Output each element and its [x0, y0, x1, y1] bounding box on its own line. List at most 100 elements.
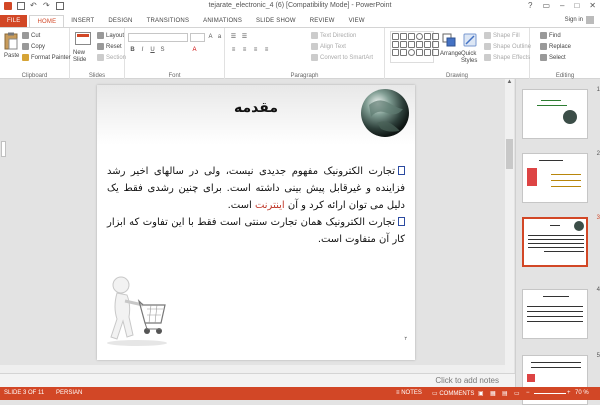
notes-toggle[interactable]: ≡ NOTES: [396, 390, 422, 396]
thumbnail-number: 5: [596, 353, 600, 359]
align-left-button[interactable]: ≡: [229, 46, 238, 54]
tab-review[interactable]: REVIEW: [303, 15, 342, 27]
notes-pane[interactable]: Click to add notes: [0, 373, 515, 387]
zoom-level[interactable]: 70 %: [575, 390, 589, 396]
shape-rect[interactable]: [432, 49, 439, 56]
font-color-button[interactable]: A: [190, 46, 199, 54]
select-button[interactable]: Select: [540, 54, 566, 61]
numbering-button[interactable]: ☰: [240, 33, 249, 41]
left-panel-handle[interactable]: [1, 141, 6, 157]
zoom-out-button[interactable]: −: [526, 390, 530, 396]
current-slide[interactable]: مقدمه تجارت الکترونیک مفهوم جدیدی نیست، …: [97, 85, 415, 360]
shape-effects-button[interactable]: Shape Effects: [484, 54, 530, 61]
shape-line[interactable]: [400, 33, 407, 40]
align-right-button[interactable]: ≡: [251, 46, 260, 54]
shape-rect[interactable]: [408, 33, 415, 40]
align-text-button[interactable]: Align Text: [311, 43, 346, 50]
tab-file[interactable]: FILE: [0, 15, 28, 27]
cut-button[interactable]: Cut: [22, 32, 40, 39]
shape-oval[interactable]: [408, 49, 415, 56]
shape-brace[interactable]: [424, 41, 431, 48]
text-direction-button[interactable]: Text Direction: [311, 32, 356, 39]
center-button[interactable]: ≡: [240, 46, 249, 54]
new-slide-icon[interactable]: [75, 32, 91, 46]
tab-design[interactable]: DESIGN: [101, 15, 139, 27]
replace-icon: [540, 43, 547, 50]
layout-button[interactable]: Layout: [97, 32, 124, 39]
shape-rect[interactable]: [416, 41, 423, 48]
quick-styles-icon[interactable]: [463, 33, 477, 47]
bullets-button[interactable]: ☰: [229, 33, 238, 41]
bold-button[interactable]: B: [128, 46, 137, 54]
zoom-in-button[interactable]: +: [567, 390, 571, 396]
shape-star[interactable]: [432, 41, 439, 48]
slide-thumbnail[interactable]: 5: [522, 353, 600, 405]
scroll-thumb[interactable]: [506, 139, 513, 169]
tab-insert[interactable]: INSERT: [64, 15, 101, 27]
reset-button[interactable]: Reset: [97, 43, 122, 50]
normal-view-icon[interactable]: ▣: [478, 390, 484, 397]
shape-rect[interactable]: [400, 49, 407, 56]
minimize-button[interactable]: –: [560, 1, 564, 10]
language-indicator[interactable]: PERSIAN: [56, 390, 82, 396]
ribbon-display-button[interactable]: ▭: [542, 1, 550, 10]
sign-in[interactable]: Sign in: [565, 16, 594, 24]
grow-font-button[interactable]: A: [206, 33, 215, 41]
slide-thumbnail[interactable]: 1: [522, 87, 600, 143]
tab-home[interactable]: HOME: [29, 15, 65, 27]
slide-thumbnail[interactable]: 4: [522, 287, 600, 343]
shape-outline-button[interactable]: Shape Outline: [484, 43, 531, 50]
help-button[interactable]: ?: [528, 1, 532, 10]
new-slide-button[interactable]: New Slide: [73, 50, 95, 64]
underline-button[interactable]: U: [148, 46, 157, 54]
horizontal-scrollbar[interactable]: [0, 365, 505, 373]
arrange-icon[interactable]: [442, 33, 456, 47]
tab-animations[interactable]: ANIMATIONS: [196, 15, 249, 27]
paste-button[interactable]: Paste: [4, 53, 19, 59]
shapes-gallery[interactable]: [390, 31, 439, 63]
slide-title[interactable]: مقدمه: [97, 100, 415, 116]
shape-fill-button[interactable]: Shape Fill: [484, 32, 520, 39]
maximize-button[interactable]: □: [574, 1, 579, 10]
scroll-up-icon[interactable]: ▲: [505, 79, 514, 85]
paste-icon[interactable]: [4, 32, 18, 50]
tab-slide-show[interactable]: SLIDE SHOW: [249, 15, 303, 27]
comments-toggle[interactable]: ▭ COMMENTS: [432, 390, 474, 397]
section-button[interactable]: Section: [97, 54, 126, 61]
find-button[interactable]: Find: [540, 32, 561, 39]
shape-oval[interactable]: [416, 33, 423, 40]
close-button[interactable]: ✕: [589, 1, 596, 10]
justify-button[interactable]: ≡: [262, 46, 271, 54]
font-name-combo[interactable]: [128, 33, 188, 42]
shape-fill-label: Shape Fill: [493, 32, 520, 39]
shrink-font-button[interactable]: a: [215, 33, 224, 41]
shape-arrow[interactable]: [400, 41, 407, 48]
reading-view-icon[interactable]: ▤: [502, 390, 508, 397]
shape-line[interactable]: [432, 33, 439, 40]
slide-thumbnail[interactable]: 3: [522, 215, 600, 271]
shape-line[interactable]: [392, 33, 399, 40]
slide-thumbnail[interactable]: 2: [522, 151, 600, 207]
replace-button[interactable]: Replace: [540, 43, 571, 50]
slideshow-view-icon[interactable]: ▭: [514, 390, 520, 397]
strikethrough-button[interactable]: S: [158, 46, 167, 54]
format-painter-button[interactable]: Format Painter: [22, 54, 71, 61]
quick-styles-button[interactable]: Quick Styles: [461, 51, 481, 65]
shape-triangle[interactable]: [424, 33, 431, 40]
font-size-combo[interactable]: [190, 33, 205, 42]
tab-transitions[interactable]: TRANSITIONS: [140, 15, 197, 27]
arrange-button[interactable]: Arrange: [440, 51, 461, 57]
shape-rect[interactable]: [416, 49, 423, 56]
tab-view[interactable]: VIEW: [342, 15, 372, 27]
zoom-slider[interactable]: [534, 393, 566, 394]
copy-button[interactable]: Copy: [22, 43, 45, 50]
italic-button[interactable]: I: [138, 46, 147, 54]
shape-arrow[interactable]: [392, 41, 399, 48]
slide-sorter-icon[interactable]: ▦: [490, 390, 496, 397]
slide-body-text[interactable]: تجارت الکترونیک مفهوم جدیدی نیست، ولی در…: [107, 163, 405, 248]
convert-smartart-button[interactable]: Convert to SmartArt: [311, 54, 373, 61]
vertical-scrollbar[interactable]: ▲ ▼: [505, 79, 514, 387]
shape-arrow[interactable]: [392, 49, 399, 56]
shape-callout[interactable]: [424, 49, 431, 56]
shape-rect[interactable]: [408, 41, 415, 48]
